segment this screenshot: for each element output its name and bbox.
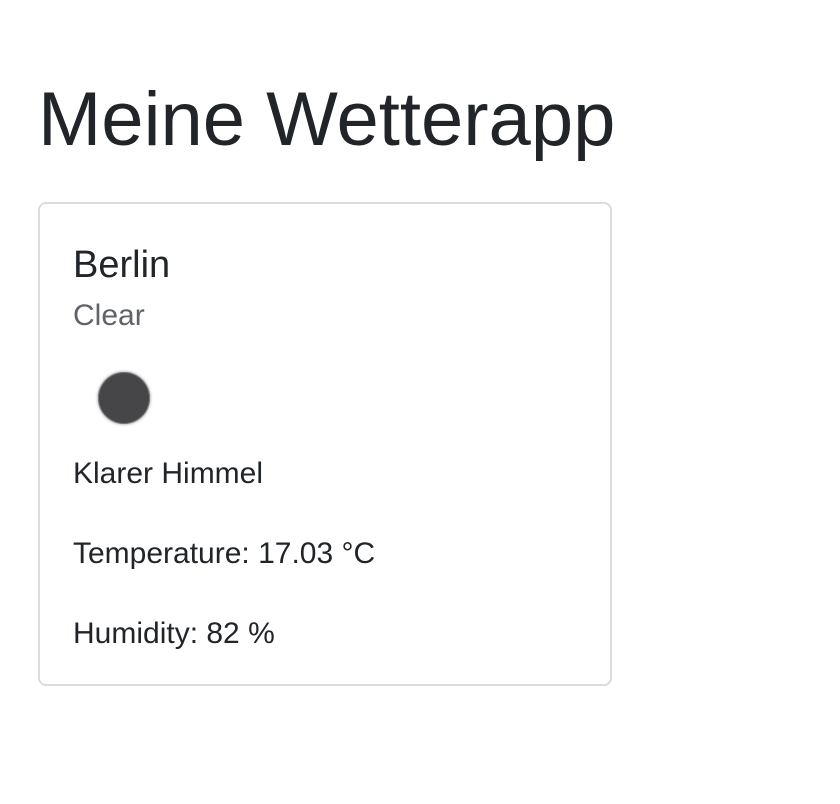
page-title: Meine Wetterapp: [38, 77, 616, 162]
weather-app-page: Meine Wetterapp Berlin Clear Klarer Himm…: [0, 0, 840, 804]
weather-card: Berlin Clear Klarer Himmel Temperature: …: [38, 202, 612, 686]
weather-icon: [98, 372, 150, 424]
weather-condition: Clear: [73, 299, 145, 332]
weather-card-body: Berlin Clear Klarer Himmel Temperature: …: [73, 204, 590, 684]
city-name: Berlin: [73, 244, 171, 286]
weather-description: Klarer Himmel: [73, 457, 264, 490]
humidity-text: Humidity: 82 %: [73, 617, 275, 650]
temperature-text: Temperature: 17.03 °C: [73, 537, 376, 570]
